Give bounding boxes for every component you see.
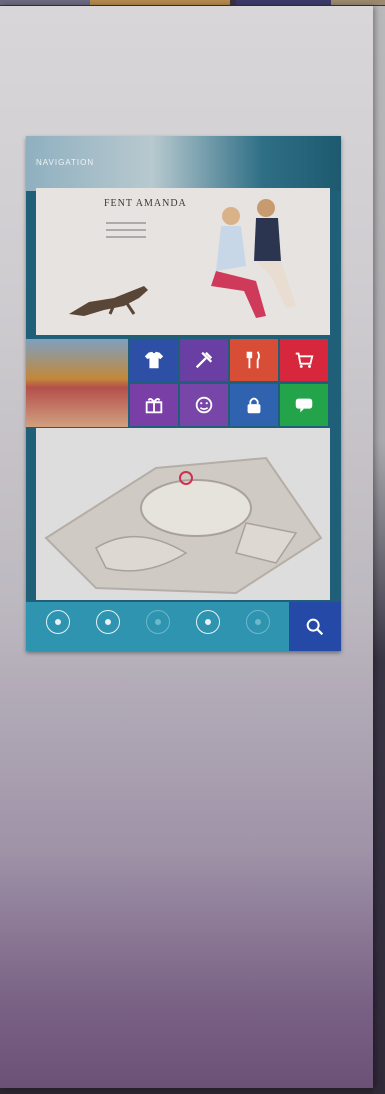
info-button[interactable] — [246, 610, 270, 634]
text-line — [106, 229, 146, 231]
search-icon — [306, 618, 324, 635]
background-window-edge — [373, 6, 385, 1094]
tile-info[interactable] — [280, 384, 328, 426]
text-line — [106, 222, 146, 224]
promo-tile[interactable] — [26, 339, 128, 427]
overlay-panel: NAVIGATION FENT AMANDA — [0, 6, 373, 1088]
top-strip-segment — [331, 0, 385, 5]
center-button[interactable] — [96, 610, 120, 634]
hero-banner[interactable]: FENT AMANDA — [36, 188, 330, 335]
tools-icon — [195, 351, 213, 369]
tshirt-icon — [144, 351, 164, 369]
tile-services[interactable] — [180, 339, 228, 381]
tile-clothing[interactable] — [130, 339, 178, 381]
minus-icon — [155, 619, 161, 625]
text-line — [106, 236, 146, 238]
zoom-in-icon — [55, 619, 61, 625]
shopping-cart-icon — [295, 352, 314, 368]
tile-gifts[interactable] — [130, 384, 178, 426]
top-strip-segment — [236, 0, 331, 5]
minus-button[interactable] — [146, 610, 170, 634]
brand-name: FENT AMANDA — [104, 198, 187, 209]
gift-icon — [145, 398, 163, 414]
dog-icon — [69, 286, 148, 316]
info-icon — [255, 619, 261, 625]
tile-beauty[interactable] — [180, 384, 228, 426]
face-icon — [195, 396, 213, 414]
tile-dining[interactable] — [230, 339, 278, 381]
plus-button[interactable] — [196, 610, 220, 634]
map-icon — [44, 456, 323, 595]
navigation-title: NAVIGATION — [36, 158, 95, 167]
plus-icon — [205, 619, 211, 625]
floor-map[interactable] — [36, 428, 330, 600]
zoom-in-button[interactable] — [46, 610, 70, 634]
tile-shopping[interactable] — [280, 339, 328, 381]
bottom-toolbar — [26, 602, 341, 651]
tile-security[interactable] — [230, 384, 278, 426]
people-photo-icon — [211, 199, 296, 318]
chat-icon — [295, 398, 313, 413]
search-button[interactable] — [289, 602, 341, 651]
fork-knife-icon — [246, 351, 260, 369]
kiosk-screen-image: NAVIGATION FENT AMANDA — [26, 136, 341, 651]
category-tiles — [26, 339, 341, 427]
lock-icon — [247, 397, 261, 414]
center-icon — [105, 619, 111, 625]
top-strip-segment — [0, 0, 90, 5]
top-strip-segment — [90, 0, 230, 5]
